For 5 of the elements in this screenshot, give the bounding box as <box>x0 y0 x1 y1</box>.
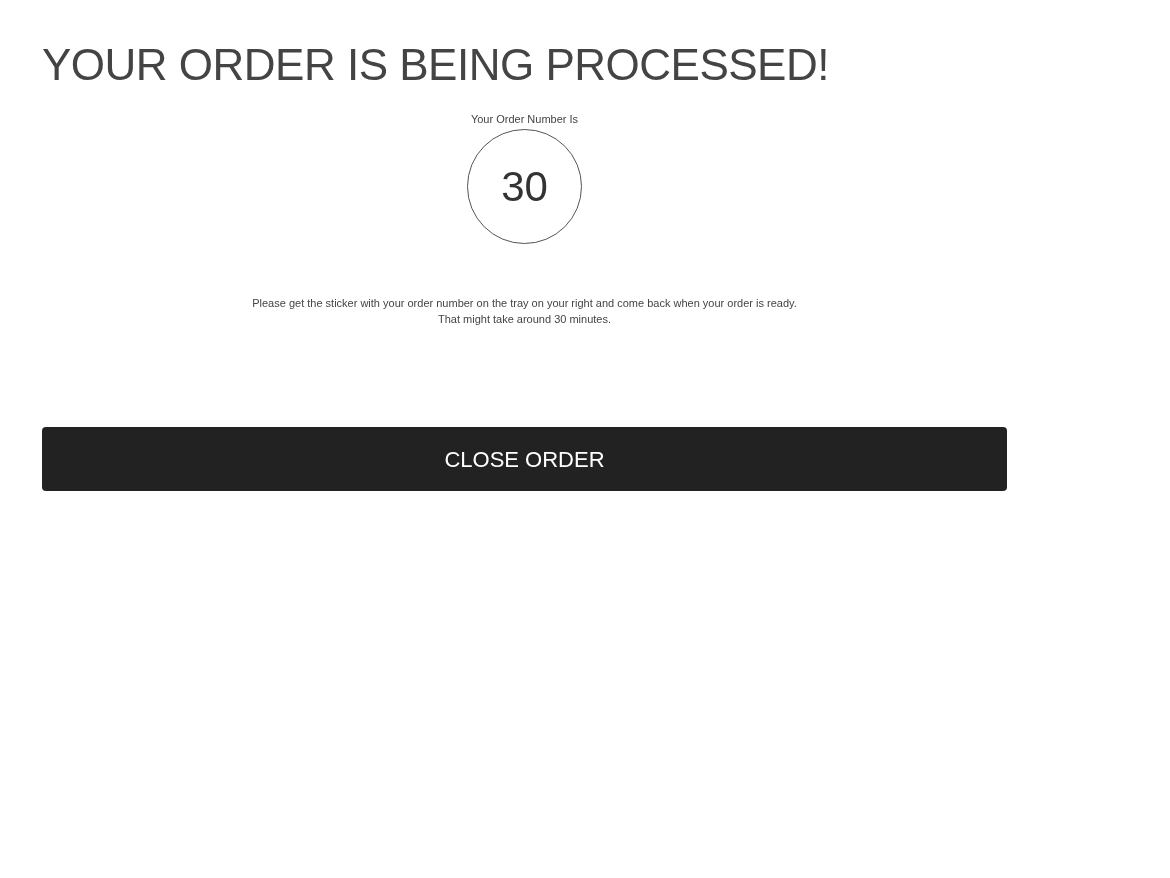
instruction-text: That might take around 30 minutes. <box>437 312 611 327</box>
close-order-button[interactable]: CLOSE ORDER <box>42 427 1007 491</box>
instruction-text: Please get the sticker with your order number on the tray on your right and come back when your order is ready. <box>252 296 797 311</box>
order-number-label: Your Order Number Is <box>470 112 579 126</box>
page-heading: YOUR ORDER IS BEING PROCESSED! <box>42 39 829 91</box>
